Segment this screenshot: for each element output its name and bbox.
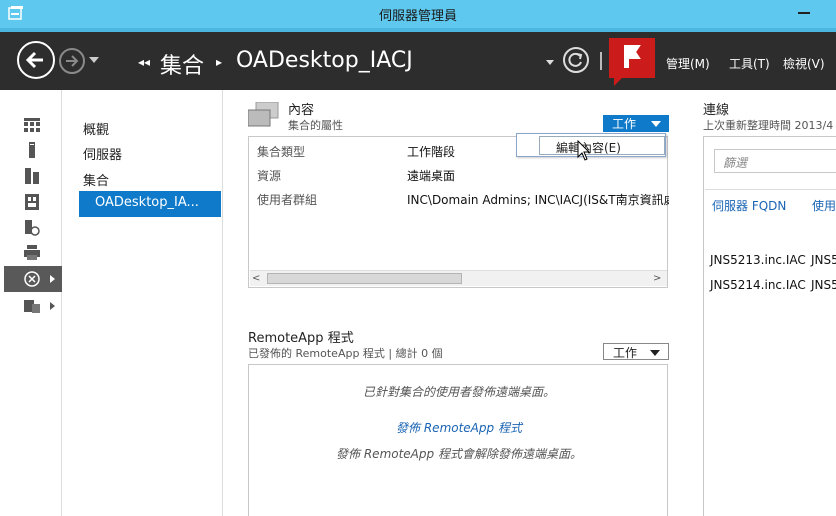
flag-icon <box>624 45 641 68</box>
menu-tools[interactable]: 工具(T) <box>729 55 770 72</box>
remoteapp-note: 發佈 RemoteApp 程式會解除發佈遠端桌面。 <box>336 447 582 461</box>
scroll-right-icon[interactable]: > <box>653 273 665 285</box>
chevron-down-icon <box>650 350 660 356</box>
local-server-icon[interactable] <box>24 142 40 158</box>
forward-button[interactable] <box>59 48 85 74</box>
connections-title: 連線 <box>703 103 730 118</box>
filter-input[interactable]: 篩選 <box>714 149 836 173</box>
arrow-right-icon <box>66 55 79 67</box>
connections-subtitle: 上次重新整理時間 2013/4 <box>703 119 834 132</box>
print-services-icon[interactable] <box>24 245 40 261</box>
properties-icon <box>248 102 279 127</box>
secnav-item-collections[interactable]: 集合 <box>83 170 109 189</box>
column-header-fqdn[interactable]: 伺服器 FQDN <box>712 197 786 214</box>
secondary-nav: 概觀 伺服器 集合 OADesktop_IA... <box>63 90 223 516</box>
nav-divider <box>600 52 602 70</box>
menu-manage[interactable]: 管理(M) <box>666 55 710 72</box>
prop-label: 使用者群組 <box>257 193 318 207</box>
refresh-icon <box>568 52 583 67</box>
table-cell[interactable]: JNS5 <box>811 278 836 292</box>
properties-tasks-button[interactable]: 工作 <box>603 115 669 132</box>
all-servers-icon[interactable] <box>24 168 40 184</box>
remote-desktop-icon <box>24 271 40 287</box>
properties-title: 內容 <box>288 103 315 118</box>
prop-value: 遠端桌面 <box>407 169 456 183</box>
prop-value: INC\Domain Admins; INC\IACJ(IS&T南京資訊處 <box>407 193 669 207</box>
arrow-left-icon <box>25 51 43 69</box>
remoteapp-message: 已針對集合的使用者發佈遠端桌面。 <box>362 385 555 399</box>
breadcrumb-current: OADesktop_IACJ <box>236 48 413 73</box>
divider <box>705 189 836 190</box>
iis-icon[interactable] <box>24 220 40 236</box>
title-bar: 伺服器管理員 <box>0 0 836 28</box>
remote-desktop-nav-selected[interactable] <box>4 266 62 292</box>
menu-item-edit-properties[interactable]: 編輯內容(E) <box>539 136 665 155</box>
tasks-dropdown-menu: 編輯內容(E) <box>516 133 666 157</box>
navigation-bar: ◂◂ 集合 ▸ OADesktop_IACJ 管理(M) 工具(T) 檢視(V) <box>0 28 836 90</box>
connections-box: 篩選 伺服器 FQDN 使用 JNS5213.inc.IAC JNS5 JNS5… <box>703 136 836 516</box>
scroll-left-icon[interactable]: < <box>252 273 264 285</box>
dashboard-icon[interactable] <box>24 117 40 133</box>
breadcrumb-dropdown-icon[interactable] <box>546 60 554 65</box>
secnav-item-servers[interactable]: 伺服器 <box>83 144 122 163</box>
minimize-button[interactable] <box>794 0 816 22</box>
table-cell[interactable]: JNS5213.inc.IAC <box>710 253 806 267</box>
menu-view[interactable]: 檢視(V) <box>783 55 825 72</box>
mouse-cursor-icon <box>577 140 591 161</box>
window-title: 伺服器管理員 <box>378 9 457 24</box>
remoteapp-tasks-button[interactable]: 工作 <box>603 343 669 360</box>
publish-remoteapp-link[interactable]: 發佈 RemoteApp 程式 <box>249 419 669 436</box>
properties-box: 集合類型 工作階段 資源 遠端桌面 使用者群組 INC\Domain Admin… <box>248 136 669 288</box>
remoteapp-tasks-label: 工作 <box>613 346 638 360</box>
chevron-down-icon <box>651 121 661 127</box>
column-header-user[interactable]: 使用 <box>812 197 836 214</box>
expand-arrow-icon[interactable] <box>50 302 55 310</box>
secnav-item-overview[interactable]: 概觀 <box>83 119 109 138</box>
expand-arrow-icon[interactable] <box>50 275 55 283</box>
file-storage-icon[interactable] <box>24 194 40 210</box>
breadcrumb-separator-icon: ▸ <box>216 55 223 69</box>
scrollbar-thumb[interactable] <box>267 273 462 284</box>
horizontal-scrollbar[interactable]: < > <box>250 270 667 286</box>
table-cell[interactable]: JNS5214.inc.IAC <box>710 278 806 292</box>
prop-label: 集合類型 <box>257 145 306 159</box>
left-icon-bar <box>0 90 62 516</box>
refresh-button[interactable] <box>563 47 589 73</box>
breadcrumb-back-icon[interactable]: ◂◂ <box>138 55 150 69</box>
breadcrumb-collections[interactable]: 集合 <box>160 48 204 80</box>
notifications-button[interactable] <box>609 38 655 86</box>
table-cell[interactable]: JNS5 <box>811 253 836 267</box>
properties-subtitle: 集合的屬性 <box>288 119 343 132</box>
back-button[interactable] <box>17 41 55 79</box>
remoteapp-subtitle: 已發佈的 RemoteApp 程式 | 總計 0 個 <box>248 347 443 360</box>
prop-label: 資源 <box>257 169 282 183</box>
file-services-icon[interactable] <box>24 298 40 314</box>
secnav-item-selected-collection[interactable]: OADesktop_IA... <box>79 191 221 217</box>
properties-tasks-label: 工作 <box>612 117 637 131</box>
remoteapp-box: 已針對集合的使用者發佈遠端桌面。 發佈 RemoteApp 程式 發佈 Remo… <box>248 364 668 516</box>
remoteapp-title: RemoteApp 程式 <box>248 331 354 346</box>
history-dropdown-icon[interactable] <box>89 57 99 63</box>
